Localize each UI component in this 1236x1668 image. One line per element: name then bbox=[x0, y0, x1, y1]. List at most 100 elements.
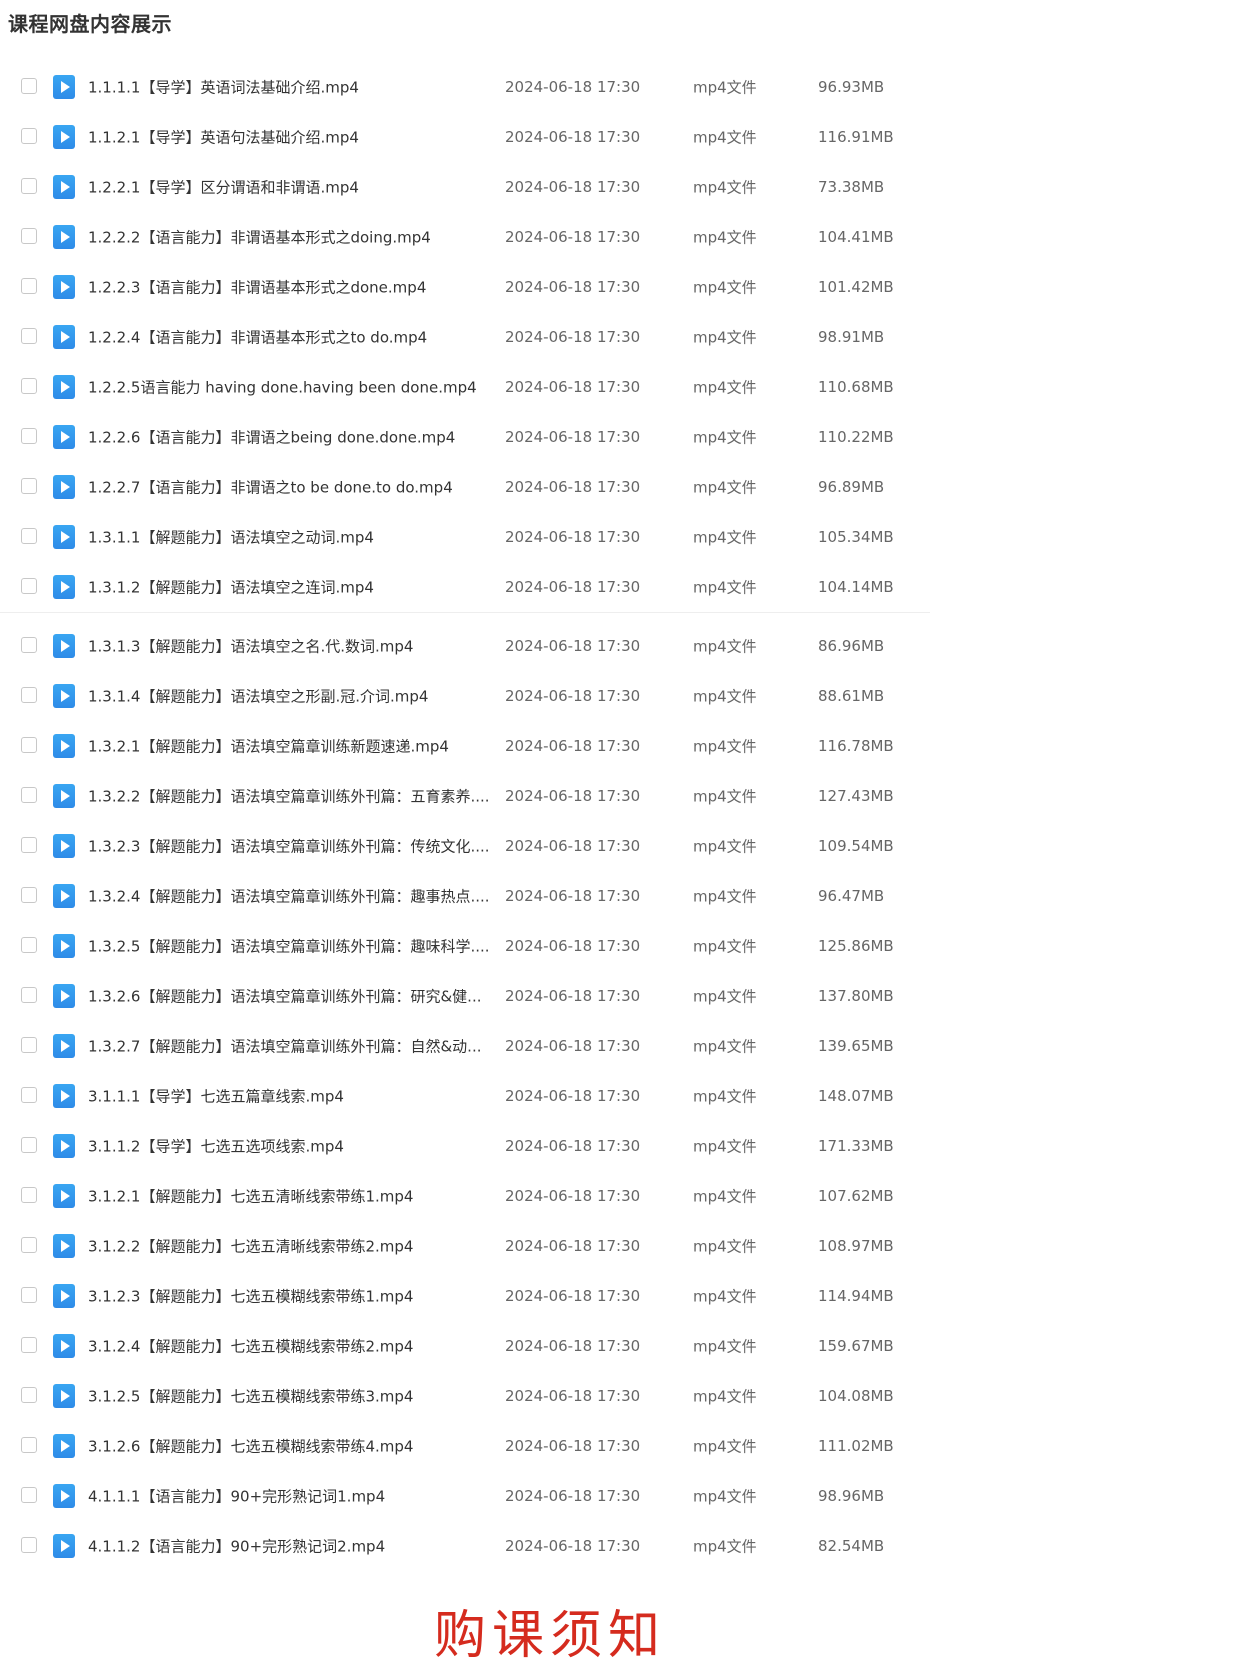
file-name[interactable]: 1.3.2.6【解题能力】语法填空篇章训练外刊篇：研究&健... bbox=[88, 986, 488, 1007]
row-checkbox[interactable] bbox=[21, 787, 37, 803]
row-checkbox[interactable] bbox=[21, 128, 37, 144]
file-name[interactable]: 1.3.1.3【解题能力】语法填空之名.代.数词.mp4 bbox=[88, 636, 488, 657]
file-row[interactable]: 3.1.2.1【解题能力】七选五清晰线索带练1.mp4 2024-06-18 17… bbox=[0, 1171, 930, 1221]
row-checkbox[interactable] bbox=[21, 478, 37, 494]
file-name[interactable]: 1.3.2.7【解题能力】语法填空篇章训练外刊篇：自然&动... bbox=[88, 1036, 488, 1057]
file-row[interactable]: 1.2.2.4【语言能力】非谓语基本形式之to do.mp4 2024-06-18… bbox=[0, 312, 930, 362]
file-row[interactable]: 1.2.2.2【语言能力】非谓语基本形式之doing.mp4 2024-06-18… bbox=[0, 212, 930, 262]
file-name[interactable]: 1.3.2.3【解题能力】语法填空篇章训练外刊篇：传统文化.... bbox=[88, 836, 488, 857]
row-checkbox[interactable] bbox=[21, 737, 37, 753]
file-size: 98.91MB bbox=[818, 328, 885, 346]
file-name[interactable]: 1.2.2.4【语言能力】非谓语基本形式之to do.mp4 bbox=[88, 327, 488, 348]
row-checkbox[interactable] bbox=[21, 1187, 37, 1203]
row-checkbox[interactable] bbox=[21, 687, 37, 703]
file-row[interactable]: 1.1.1.1【导学】英语词法基础介绍.mp4 2024-06-18 17:30 m… bbox=[0, 62, 930, 112]
row-checkbox[interactable] bbox=[21, 1087, 37, 1103]
file-row[interactable]: 1.3.2.7【解题能力】语法填空篇章训练外刊篇：自然&动... 2024-06-… bbox=[0, 1021, 930, 1071]
video-file-icon bbox=[53, 1284, 75, 1308]
row-checkbox[interactable] bbox=[21, 1487, 37, 1503]
file-name[interactable]: 1.2.2.6【语言能力】非谓语之being done.done.mp4 bbox=[88, 427, 488, 448]
file-type: mp4文件 bbox=[693, 578, 757, 597]
file-row[interactable]: 1.3.2.3【解题能力】语法填空篇章训练外刊篇：传统文化.... 2024-06… bbox=[0, 821, 930, 871]
file-row[interactable]: 3.1.2.2【解题能力】七选五清晰线索带练2.mp4 2024-06-18 17… bbox=[0, 1221, 930, 1271]
row-checkbox[interactable] bbox=[21, 1387, 37, 1403]
file-row[interactable]: 4.1.1.2【语言能力】90+完形熟记词2.mp4 2024-06-18 17:… bbox=[0, 1521, 930, 1571]
file-name[interactable]: 1.1.1.1【导学】英语词法基础介绍.mp4 bbox=[88, 77, 488, 98]
file-name[interactable]: 3.1.2.6【解题能力】七选五模糊线索带练4.mp4 bbox=[88, 1436, 488, 1457]
row-checkbox[interactable] bbox=[21, 228, 37, 244]
file-name[interactable]: 3.1.2.2【解题能力】七选五清晰线索带练2.mp4 bbox=[88, 1236, 488, 1257]
file-type: mp4文件 bbox=[693, 637, 757, 656]
row-checkbox[interactable] bbox=[21, 1137, 37, 1153]
file-name[interactable]: 3.1.2.3【解题能力】七选五模糊线索带练1.mp4 bbox=[88, 1286, 488, 1307]
row-checkbox[interactable] bbox=[21, 1237, 37, 1253]
file-row[interactable]: 3.1.2.4【解题能力】七选五模糊线索带练2.mp4 2024-06-18 17… bbox=[0, 1321, 930, 1371]
row-checkbox[interactable] bbox=[21, 837, 37, 853]
file-row[interactable]: 1.2.2.7【语言能力】非谓语之to be done.to do.mp4 202… bbox=[0, 462, 930, 512]
file-row[interactable]: 1.3.1.1【解题能力】语法填空之动词.mp4 2024-06-18 17:30… bbox=[0, 512, 930, 562]
file-name[interactable]: 1.1.2.1【导学】英语句法基础介绍.mp4 bbox=[88, 127, 488, 148]
row-checkbox[interactable] bbox=[21, 578, 37, 594]
file-name[interactable]: 1.3.1.4【解题能力】语法填空之形副.冠.介词.mp4 bbox=[88, 686, 488, 707]
file-row[interactable]: 1.2.2.3【语言能力】非谓语基本形式之done.mp4 2024-06-18 … bbox=[0, 262, 930, 312]
row-checkbox[interactable] bbox=[21, 987, 37, 1003]
row-checkbox[interactable] bbox=[21, 528, 37, 544]
file-type: mp4文件 bbox=[693, 1437, 757, 1456]
file-name[interactable]: 4.1.1.1【语言能力】90+完形熟记词1.mp4 bbox=[88, 1486, 488, 1507]
row-checkbox[interactable] bbox=[21, 328, 37, 344]
file-row[interactable]: 1.3.1.3【解题能力】语法填空之名.代.数词.mp4 2024-06-18 1… bbox=[0, 621, 930, 671]
file-row[interactable]: 1.2.2.1【导学】区分谓语和非谓语.mp4 2024-06-18 17:30 m… bbox=[0, 162, 930, 212]
file-row[interactable]: 1.1.2.1【导学】英语句法基础介绍.mp4 2024-06-18 17:30 m… bbox=[0, 112, 930, 162]
file-name[interactable]: 3.1.2.5【解题能力】七选五模糊线索带练3.mp4 bbox=[88, 1386, 488, 1407]
row-checkbox[interactable] bbox=[21, 937, 37, 953]
row-checkbox[interactable] bbox=[21, 1337, 37, 1353]
row-checkbox[interactable] bbox=[21, 1537, 37, 1553]
file-row[interactable]: 1.3.2.1【解题能力】语法填空篇章训练新题速递.mp4 2024-06-18 … bbox=[0, 721, 930, 771]
file-name[interactable]: 1.2.2.7【语言能力】非谓语之to be done.to do.mp4 bbox=[88, 477, 488, 498]
file-row[interactable]: 3.1.2.5【解题能力】七选五模糊线索带练3.mp4 2024-06-18 17… bbox=[0, 1371, 930, 1421]
file-row[interactable]: 1.2.2.5语言能力 having done.having been done… bbox=[0, 362, 930, 412]
file-name[interactable]: 1.3.2.2【解题能力】语法填空篇章训练外刊篇：五育素养.... bbox=[88, 786, 488, 807]
row-checkbox[interactable] bbox=[21, 887, 37, 903]
file-name[interactable]: 3.1.1.2【导学】七选五选项线索.mp4 bbox=[88, 1136, 488, 1157]
row-checkbox[interactable] bbox=[21, 378, 37, 394]
row-checkbox[interactable] bbox=[21, 1287, 37, 1303]
file-name[interactable]: 1.2.2.3【语言能力】非谓语基本形式之done.mp4 bbox=[88, 277, 488, 298]
row-checkbox[interactable] bbox=[21, 78, 37, 94]
file-row[interactable]: 1.3.2.4【解题能力】语法填空篇章训练外刊篇：趣事热点.... 2024-06… bbox=[0, 871, 930, 921]
file-type: mp4文件 bbox=[693, 1037, 757, 1056]
file-row[interactable]: 3.1.2.6【解题能力】七选五模糊线索带练4.mp4 2024-06-18 17… bbox=[0, 1421, 930, 1471]
row-checkbox[interactable] bbox=[21, 637, 37, 653]
file-row[interactable]: 3.1.2.3【解题能力】七选五模糊线索带练1.mp4 2024-06-18 17… bbox=[0, 1271, 930, 1321]
file-name[interactable]: 1.3.2.4【解题能力】语法填空篇章训练外刊篇：趣事热点.... bbox=[88, 886, 488, 907]
row-checkbox[interactable] bbox=[21, 428, 37, 444]
file-name[interactable]: 3.1.2.4【解题能力】七选五模糊线索带练2.mp4 bbox=[88, 1336, 488, 1357]
file-row[interactable]: 1.3.1.2【解题能力】语法填空之连词.mp4 2024-06-18 17:30… bbox=[0, 562, 930, 613]
row-checkbox[interactable] bbox=[21, 1437, 37, 1453]
file-size: 171.33MB bbox=[818, 1137, 894, 1155]
file-name[interactable]: 1.3.1.2【解题能力】语法填空之连词.mp4 bbox=[88, 577, 488, 598]
file-row[interactable]: 4.1.1.1【语言能力】90+完形熟记词1.mp4 2024-06-18 17:… bbox=[0, 1471, 930, 1521]
file-name[interactable]: 4.1.1.2【语言能力】90+完形熟记词2.mp4 bbox=[88, 1536, 488, 1557]
file-type: mp4文件 bbox=[693, 78, 757, 97]
file-name[interactable]: 1.2.2.5语言能力 having done.having been done… bbox=[88, 377, 488, 398]
file-name[interactable]: 1.2.2.2【语言能力】非谓语基本形式之doing.mp4 bbox=[88, 227, 488, 248]
file-row[interactable]: 3.1.1.1【导学】七选五篇章线索.mp4 2024-06-18 17:30 mp… bbox=[0, 1071, 930, 1121]
file-name[interactable]: 1.3.2.1【解题能力】语法填空篇章训练新题速递.mp4 bbox=[88, 736, 488, 757]
file-row[interactable]: 1.3.1.4【解题能力】语法填空之形副.冠.介词.mp4 2024-06-18 … bbox=[0, 671, 930, 721]
file-name[interactable]: 1.2.2.1【导学】区分谓语和非谓语.mp4 bbox=[88, 177, 488, 198]
file-date: 2024-06-18 17:30 bbox=[505, 787, 641, 805]
row-checkbox[interactable] bbox=[21, 178, 37, 194]
row-checkbox[interactable] bbox=[21, 1037, 37, 1053]
file-row[interactable]: 1.3.2.6【解题能力】语法填空篇章训练外刊篇：研究&健... 2024-06-… bbox=[0, 971, 930, 1021]
file-name[interactable]: 3.1.2.1【解题能力】七选五清晰线索带练1.mp4 bbox=[88, 1186, 488, 1207]
file-date: 2024-06-18 17:30 bbox=[505, 1037, 641, 1055]
file-name[interactable]: 1.3.2.5【解题能力】语法填空篇章训练外刊篇：趣味科学.... bbox=[88, 936, 488, 957]
file-row[interactable]: 3.1.1.2【导学】七选五选项线索.mp4 2024-06-18 17:30 mp… bbox=[0, 1121, 930, 1171]
file-name[interactable]: 1.3.1.1【解题能力】语法填空之动词.mp4 bbox=[88, 527, 488, 548]
file-name[interactable]: 3.1.1.1【导学】七选五篇章线索.mp4 bbox=[88, 1086, 488, 1107]
row-checkbox[interactable] bbox=[21, 278, 37, 294]
file-row[interactable]: 1.3.2.2【解题能力】语法填空篇章训练外刊篇：五育素养.... 2024-06… bbox=[0, 771, 930, 821]
file-row[interactable]: 1.3.2.5【解题能力】语法填空篇章训练外刊篇：趣味科学.... 2024-06… bbox=[0, 921, 930, 971]
file-row[interactable]: 1.2.2.6【语言能力】非谓语之being done.done.mp4 2024… bbox=[0, 412, 930, 462]
